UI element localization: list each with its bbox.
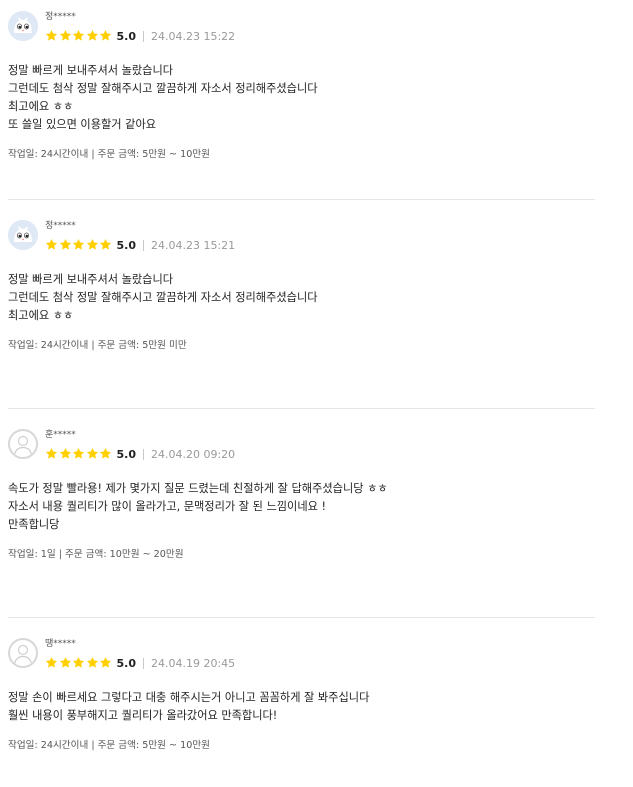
review-text: 정말 빠르게 보내주셔서 놀랐습니다그런데도 첨삭 정말 잘해주시고 깔끔하게 … xyxy=(8,271,318,325)
star-icon xyxy=(45,654,59,673)
work-info: 작업일: 1일 | 주문 금액: 10만원 ~ 20만원 xyxy=(8,549,184,560)
default-avatar-icon xyxy=(10,431,36,457)
review-text-line: 그런데도 첨삭 정말 잘해주시고 깔끔하게 자소서 정리해주셨습니다 xyxy=(8,82,318,95)
star-icon xyxy=(59,654,73,673)
rating-score: 5.0 xyxy=(116,656,137,670)
star-icon xyxy=(72,654,86,673)
star-icon xyxy=(99,236,113,255)
star-icon xyxy=(72,27,86,46)
avatar xyxy=(8,429,38,459)
review-divider xyxy=(8,199,595,200)
review-text-line: 속도가 정말 빨라용! 제가 몇가지 질문 드렸는데 친절하게 잘 답해주셨습니… xyxy=(8,482,388,495)
review-date: 24.04.20 09:20 xyxy=(151,447,236,461)
review-text-line: 최고에요 ㅎㅎ xyxy=(8,100,74,113)
star-icon xyxy=(59,27,73,46)
star-rating xyxy=(45,236,113,255)
review-text-line: 정말 손이 빠르세요 그렇다고 대충 해주시는거 아니고 꼼꼼하게 잘 봐주십니… xyxy=(8,691,370,704)
reviewer-name: 정***** xyxy=(45,221,76,231)
star-icon xyxy=(86,236,100,255)
divider-bar xyxy=(143,448,144,460)
work-info: 작업일: 24시간이내 | 주문 금액: 5만원 ~ 10만원 xyxy=(8,740,210,751)
review-text: 속도가 정말 빨라용! 제가 몇가지 질문 드렸는데 친절하게 잘 답해주셨습니… xyxy=(8,480,388,534)
star-icon xyxy=(45,27,59,46)
star-rating xyxy=(45,445,113,464)
star-rating xyxy=(45,27,113,46)
divider-bar xyxy=(143,30,144,42)
cat-face-icon xyxy=(8,11,38,41)
review-text-line: 또 쓸일 있으면 이용할거 같아요 xyxy=(8,118,157,131)
star-icon xyxy=(59,236,73,255)
avatar xyxy=(8,11,38,41)
avatar xyxy=(8,220,38,250)
rating-score: 5.0 xyxy=(116,447,137,461)
review-meta: 5.0 24.04.23 15:22 xyxy=(45,28,235,44)
default-avatar-icon xyxy=(10,640,36,666)
review-divider xyxy=(8,408,595,409)
star-rating xyxy=(45,654,113,673)
reviewer-name: 훈***** xyxy=(45,430,76,440)
review-meta: 5.0 24.04.23 15:21 xyxy=(45,237,235,253)
review-text-line: 그런데도 첨삭 정말 잘해주시고 깔끔하게 자소서 정리해주셨습니다 xyxy=(8,291,318,304)
review-date: 24.04.23 15:21 xyxy=(151,238,236,252)
reviewer-name: 정***** xyxy=(45,12,76,22)
star-icon xyxy=(45,445,59,464)
star-icon xyxy=(45,236,59,255)
star-icon xyxy=(99,445,113,464)
review-text: 정말 빠르게 보내주셔서 놀랐습니다그런데도 첨삭 정말 잘해주시고 깔끔하게 … xyxy=(8,62,318,134)
review-text-line: 정말 빠르게 보내주셔서 놀랐습니다 xyxy=(8,273,174,286)
cat-face-icon xyxy=(8,220,38,250)
review-date: 24.04.23 15:22 xyxy=(151,29,236,43)
star-icon xyxy=(86,27,100,46)
star-icon xyxy=(99,654,113,673)
divider-bar xyxy=(143,657,144,669)
star-icon xyxy=(86,445,100,464)
review-text-line: 훨씬 내용이 풍부해지고 퀄리티가 올라갔어요 만족합니다! xyxy=(8,709,278,722)
star-icon xyxy=(99,27,113,46)
review-text-line: 최고에요 ㅎㅎ xyxy=(8,309,74,322)
review-text: 정말 손이 빠르세요 그렇다고 대충 해주시는거 아니고 꼼꼼하게 잘 봐주십니… xyxy=(8,689,369,725)
rating-score: 5.0 xyxy=(116,238,137,252)
star-icon xyxy=(86,654,100,673)
star-icon xyxy=(72,445,86,464)
review-divider xyxy=(8,617,595,618)
reviewer-name: 땡***** xyxy=(45,639,76,649)
review-text-line: 정말 빠르게 보내주셔서 놀랐습니다 xyxy=(8,64,174,77)
work-info: 작업일: 24시간이내 | 주문 금액: 5만원 미만 xyxy=(8,340,187,351)
work-info: 작업일: 24시간이내 | 주문 금액: 5만원 ~ 10만원 xyxy=(8,149,210,160)
review-meta: 5.0 24.04.19 20:45 xyxy=(45,655,235,671)
review-text-line: 자소서 내용 퀄리티가 많이 올라가고, 문맥정리가 잘 된 느낌이네요 ! xyxy=(8,500,326,513)
review-meta: 5.0 24.04.20 09:20 xyxy=(45,446,235,462)
rating-score: 5.0 xyxy=(116,29,137,43)
star-icon xyxy=(72,236,86,255)
star-icon xyxy=(59,445,73,464)
review-text-line: 만족합니당 xyxy=(8,518,60,531)
review-date: 24.04.19 20:45 xyxy=(151,656,236,670)
avatar xyxy=(8,638,38,668)
divider-bar xyxy=(143,239,144,251)
